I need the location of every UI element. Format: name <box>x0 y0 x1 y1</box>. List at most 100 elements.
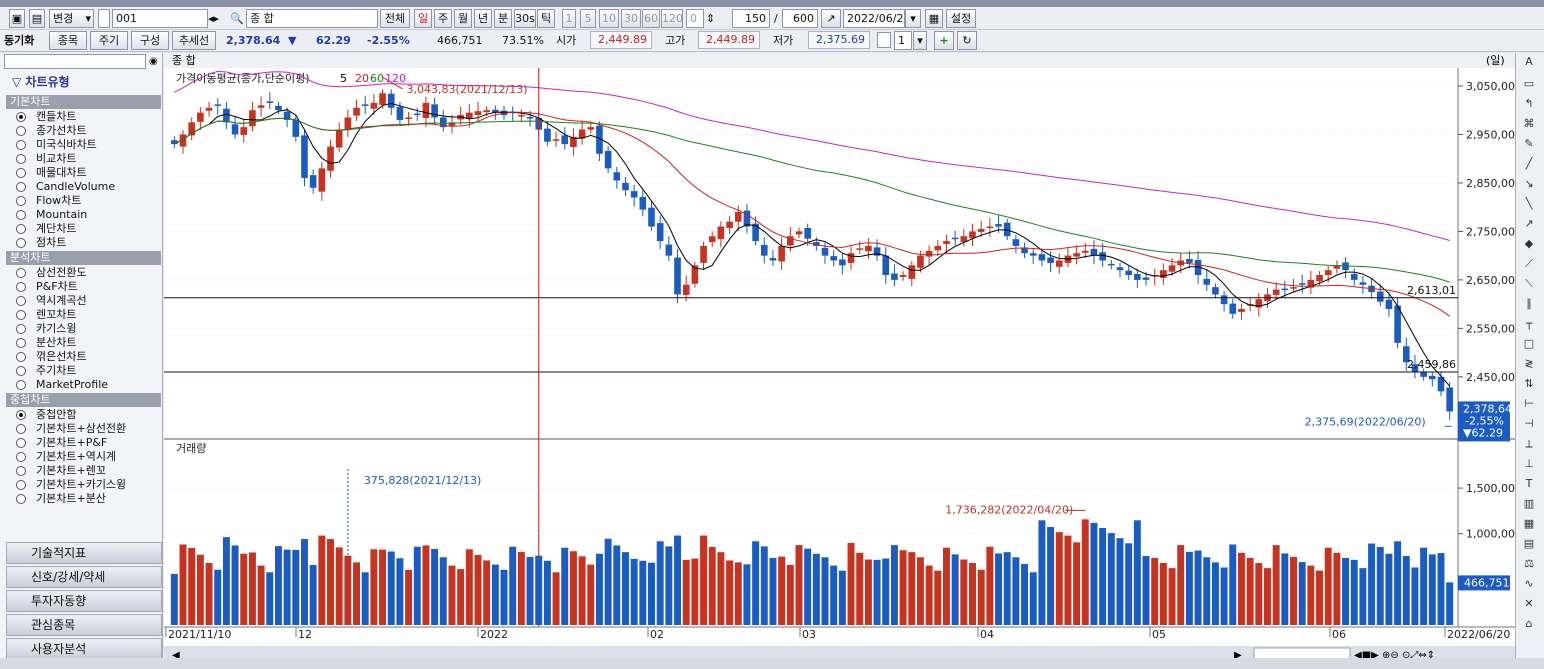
unit-a-icon[interactable]: A <box>1521 55 1537 69</box>
vertical-line-icon[interactable]: ┬ <box>1521 317 1537 331</box>
fib-icon[interactable]: ⟍ <box>1521 277 1537 291</box>
all-button[interactable]: 전체 <box>380 9 410 28</box>
calendar-icon[interactable]: ▦ <box>925 9 943 28</box>
text-icon[interactable]: T <box>1521 477 1537 491</box>
bars-icon[interactable]: ▦ <box>1521 517 1537 531</box>
gann-icon[interactable]: ⊢ <box>1521 397 1537 411</box>
interval-30[interactable]: 30 <box>621 9 641 28</box>
lock-icon[interactable]: ⌂ <box>1521 617 1537 631</box>
cycle-icon[interactable]: ⇅ <box>1521 377 1537 391</box>
item-kagi[interactable]: 카기스윙 <box>6 322 161 336</box>
code-box-left[interactable] <box>98 9 110 28</box>
ray-icon[interactable]: ↗ <box>1521 217 1537 231</box>
item-scatter[interactable]: 분산차트 <box>6 336 161 350</box>
item-volume-profile[interactable]: 매물대차트 <box>6 166 161 180</box>
parallel-icon[interactable]: ∥ <box>1521 297 1537 311</box>
count-input[interactable]: 150 <box>732 9 770 28</box>
hist-icon[interactable]: ▤ <box>1521 537 1537 551</box>
date-input[interactable]: 2022/06/20 <box>843 9 905 28</box>
refresh-icon[interactable]: ↻ <box>957 31 977 50</box>
prev-next-arrows[interactable]: ◂▸ <box>208 9 219 28</box>
period-button[interactable]: 주기 <box>90 31 128 50</box>
item-mountain[interactable]: Mountain <box>6 208 161 222</box>
checkbox[interactable] <box>877 32 891 48</box>
sidebar-title[interactable]: ▽ 차트유형 <box>12 73 70 92</box>
interval-10[interactable]: 10 <box>599 9 619 28</box>
code-input[interactable]: 001 <box>112 9 208 28</box>
layout-icon[interactable]: ▣ <box>9 9 25 28</box>
period-tick[interactable]: 틱 <box>537 9 555 28</box>
add-icon[interactable]: + <box>934 31 954 50</box>
channel-icon[interactable]: ⟋ <box>1521 257 1537 271</box>
sidebar-search-input[interactable] <box>4 54 146 69</box>
grid-icon[interactable]: ▥ <box>1521 497 1537 511</box>
date-dropdown-icon[interactable]: ▾ <box>905 9 921 28</box>
mode-select[interactable]: 변경 ▾ <box>49 9 94 28</box>
period-year[interactable]: 년 <box>474 9 492 28</box>
interval-5[interactable]: 5 <box>580 9 596 28</box>
spinner-icon[interactable]: ⇕ <box>706 9 715 28</box>
menu-technical[interactable]: 기술적지표 <box>6 542 162 564</box>
item-basic-three-line[interactable]: 기본차트+삼선전환 <box>6 422 161 436</box>
trend-line-icon[interactable]: ╲ <box>1521 197 1537 211</box>
search-icon[interactable]: 🔍 <box>230 9 244 28</box>
andrews-icon[interactable]: ⊥ <box>1521 457 1537 471</box>
item-candlevolume[interactable]: CandleVolume <box>6 180 161 194</box>
menu-signal[interactable]: 신호/강세/약세 <box>6 566 162 588</box>
period-day[interactable]: 일 <box>414 9 432 28</box>
period-30s[interactable]: 30s <box>514 9 536 28</box>
delete-icon[interactable]: ✕ <box>1521 597 1537 611</box>
item-close-line[interactable]: 종가선차트 <box>6 124 161 138</box>
trend-icon[interactable]: ↗ <box>821 9 841 28</box>
measure-icon[interactable]: ⚖ <box>1521 557 1537 571</box>
item-us-bar[interactable]: 미국식바차트 <box>6 138 161 152</box>
period-month[interactable]: 월 <box>454 9 472 28</box>
interval-60[interactable]: 60 <box>642 9 660 28</box>
line-icon[interactable]: ╱ <box>1521 157 1537 171</box>
interval-1[interactable]: 1 <box>562 9 576 28</box>
item-three-line[interactable]: 삼선전환도 <box>6 266 161 280</box>
period-week[interactable]: 주 <box>434 9 452 28</box>
spin-dropdown-icon[interactable]: ▾ <box>913 31 927 50</box>
screen-icon[interactable]: ▤ <box>29 9 45 28</box>
trendline-button[interactable]: 추세선 <box>172 31 216 50</box>
item-broken-line[interactable]: 꺾은선차트 <box>6 350 161 364</box>
item-step[interactable]: 계단차트 <box>6 222 161 236</box>
item-compare[interactable]: 비교차트 <box>6 152 161 166</box>
item-candle[interactable]: 캔들차트 <box>6 110 161 124</box>
eraser-icon[interactable]: ◆ <box>1521 237 1537 251</box>
zero-field[interactable]: 0 <box>686 9 704 28</box>
select-icon[interactable]: ▭ <box>1521 77 1537 91</box>
settings-button[interactable]: 설정 <box>946 9 976 28</box>
chart-canvas[interactable]: 종 합 (일) 3,050,00 2,950,00 2,850,00 2,750,00… <box>164 53 1515 661</box>
zigzag-icon[interactable]: ≷ <box>1521 357 1537 371</box>
item-market-profile[interactable]: MarketProfile <box>6 378 161 392</box>
menu-watchlist[interactable]: 관심종목 <box>6 614 162 636</box>
item-no-overlay[interactable]: 중첩안함 <box>6 408 161 422</box>
item-counter-clock[interactable]: 역시계곡선 <box>6 294 161 308</box>
pencil-icon[interactable]: ✎ <box>1521 137 1537 151</box>
item-flow[interactable]: Flow차트 <box>6 194 161 208</box>
item-renko[interactable]: 렌꼬차트 <box>6 308 161 322</box>
speed-line-icon[interactable]: ⟂ <box>1521 437 1537 451</box>
period-minute[interactable]: 분 <box>494 9 512 28</box>
config-button[interactable]: 구성 <box>131 31 169 50</box>
fan-icon[interactable]: ⊣ <box>1521 417 1537 431</box>
item-basic-kagi[interactable]: 기본차트+카기스윙 <box>6 478 161 492</box>
item-basic-pnf[interactable]: 기본차트+P&F <box>6 436 161 450</box>
search-icon[interactable]: ◉ <box>149 52 158 71</box>
item-pnf[interactable]: P&F차트 <box>6 280 161 294</box>
item-dot[interactable]: 점차트 <box>6 236 161 250</box>
magnet-icon[interactable]: ⌘ <box>1521 117 1537 131</box>
item-basic-renko[interactable]: 기본차트+렌꼬 <box>6 464 161 478</box>
item-basic-counter-clock[interactable]: 기본차트+역시계 <box>6 450 161 464</box>
interval-120[interactable]: 120 <box>661 9 683 28</box>
menu-investor[interactable]: 투자자동향 <box>6 590 162 612</box>
item-basic-scatter[interactable]: 기본차트+분산 <box>6 492 161 506</box>
item-cycle[interactable]: 주기차트 <box>6 364 161 378</box>
stock-button[interactable]: 종목 <box>49 31 87 50</box>
rect-icon[interactable]: □ <box>1521 337 1537 351</box>
wave-icon[interactable]: ∿ <box>1521 577 1537 591</box>
crosshair-icon[interactable]: ↰ <box>1521 97 1537 111</box>
menu-user-analysis[interactable]: 사용자분석 <box>6 638 162 660</box>
